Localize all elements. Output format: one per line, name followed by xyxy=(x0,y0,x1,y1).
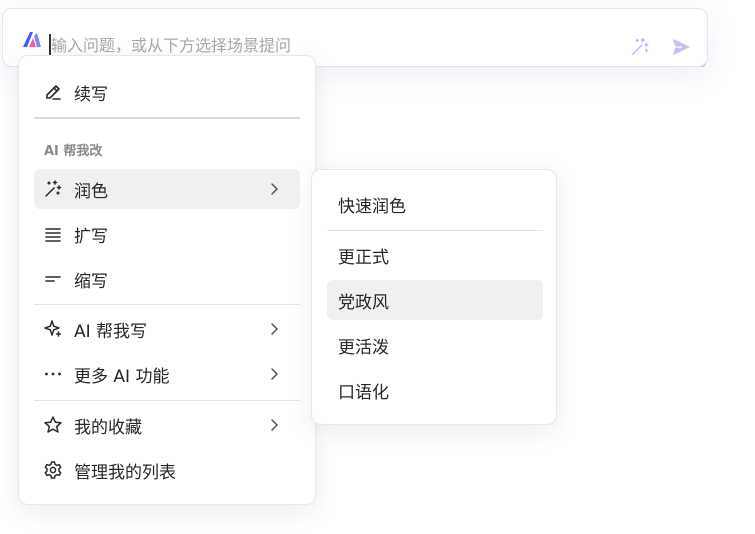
menu-item-manage-list[interactable]: 管理我的列表 xyxy=(34,450,300,490)
menu-item-favorites[interactable]: 我的收藏 xyxy=(34,405,300,445)
ai-assistant-panel: 续写 AI 帮我改 润色 xyxy=(0,0,755,534)
menu-item-label: 我的收藏 xyxy=(74,417,142,438)
submenu-item-label: 党政风 xyxy=(338,292,389,313)
submenu-item-label: 更正式 xyxy=(338,247,389,268)
submenu-item-label: 快速润色 xyxy=(338,196,406,217)
submenu-item-label: 更活泼 xyxy=(338,337,389,358)
menu-item-ai-write[interactable]: AI 帮我写 xyxy=(34,309,300,349)
menu-item-label: 管理我的列表 xyxy=(74,462,176,483)
menu-item-shorten[interactable]: 缩写 xyxy=(34,259,300,299)
magic-wand-icon[interactable] xyxy=(629,36,651,58)
menu-item-label: 扩写 xyxy=(74,226,108,247)
gear-icon xyxy=(42,459,64,481)
menu-item-continue[interactable]: 续写 xyxy=(34,72,300,112)
submenu-item-lively[interactable]: 更活泼 xyxy=(327,325,543,365)
submenu-item-quick-polish[interactable]: 快速润色 xyxy=(327,184,543,224)
send-icon[interactable] xyxy=(670,36,692,58)
divider xyxy=(34,400,300,401)
menu-item-label: 缩写 xyxy=(74,271,108,292)
divider xyxy=(34,117,300,119)
menu-item-label: AI 帮我写 xyxy=(74,321,148,342)
chevron-right-icon xyxy=(271,323,279,335)
divider xyxy=(34,304,300,305)
menu-item-label: 续写 xyxy=(74,84,108,105)
menu-item-polish[interactable]: 润色 xyxy=(34,169,300,209)
menu-item-more-ai[interactable]: 更多 AI 功能 xyxy=(34,354,300,394)
submenu-item-party-style[interactable]: 党政风 xyxy=(327,280,543,320)
lines-icon xyxy=(42,223,64,245)
logo-icon xyxy=(23,32,41,47)
more-dots-icon xyxy=(42,363,64,385)
pen-icon xyxy=(42,81,64,103)
submenu-item-formal[interactable]: 更正式 xyxy=(327,235,543,275)
ai-action-menu: 续写 AI 帮我改 润色 扩写 缩写 AI 帮我写 更多 AI 功能 我的收藏 … xyxy=(18,55,316,505)
menu-item-expand[interactable]: 扩写 xyxy=(34,214,300,254)
chevron-right-icon xyxy=(271,419,279,431)
divider xyxy=(327,230,543,231)
sparkle-icon xyxy=(42,318,64,340)
submenu-item-label: 口语化 xyxy=(338,382,389,403)
magic-wand-icon xyxy=(42,178,64,200)
submenu-item-colloquial[interactable]: 口语化 xyxy=(327,370,543,410)
star-icon xyxy=(42,414,64,436)
chevron-right-icon xyxy=(271,368,279,380)
polish-submenu: 快速润色 更正式 党政风 更活泼 口语化 xyxy=(311,169,557,425)
menu-item-label: 润色 xyxy=(74,181,108,202)
menu-item-label: 更多 AI 功能 xyxy=(74,366,170,387)
chevron-right-icon xyxy=(271,183,279,195)
section-title-ai-edit: AI 帮我改 xyxy=(44,144,103,159)
short-lines-icon xyxy=(42,268,64,290)
